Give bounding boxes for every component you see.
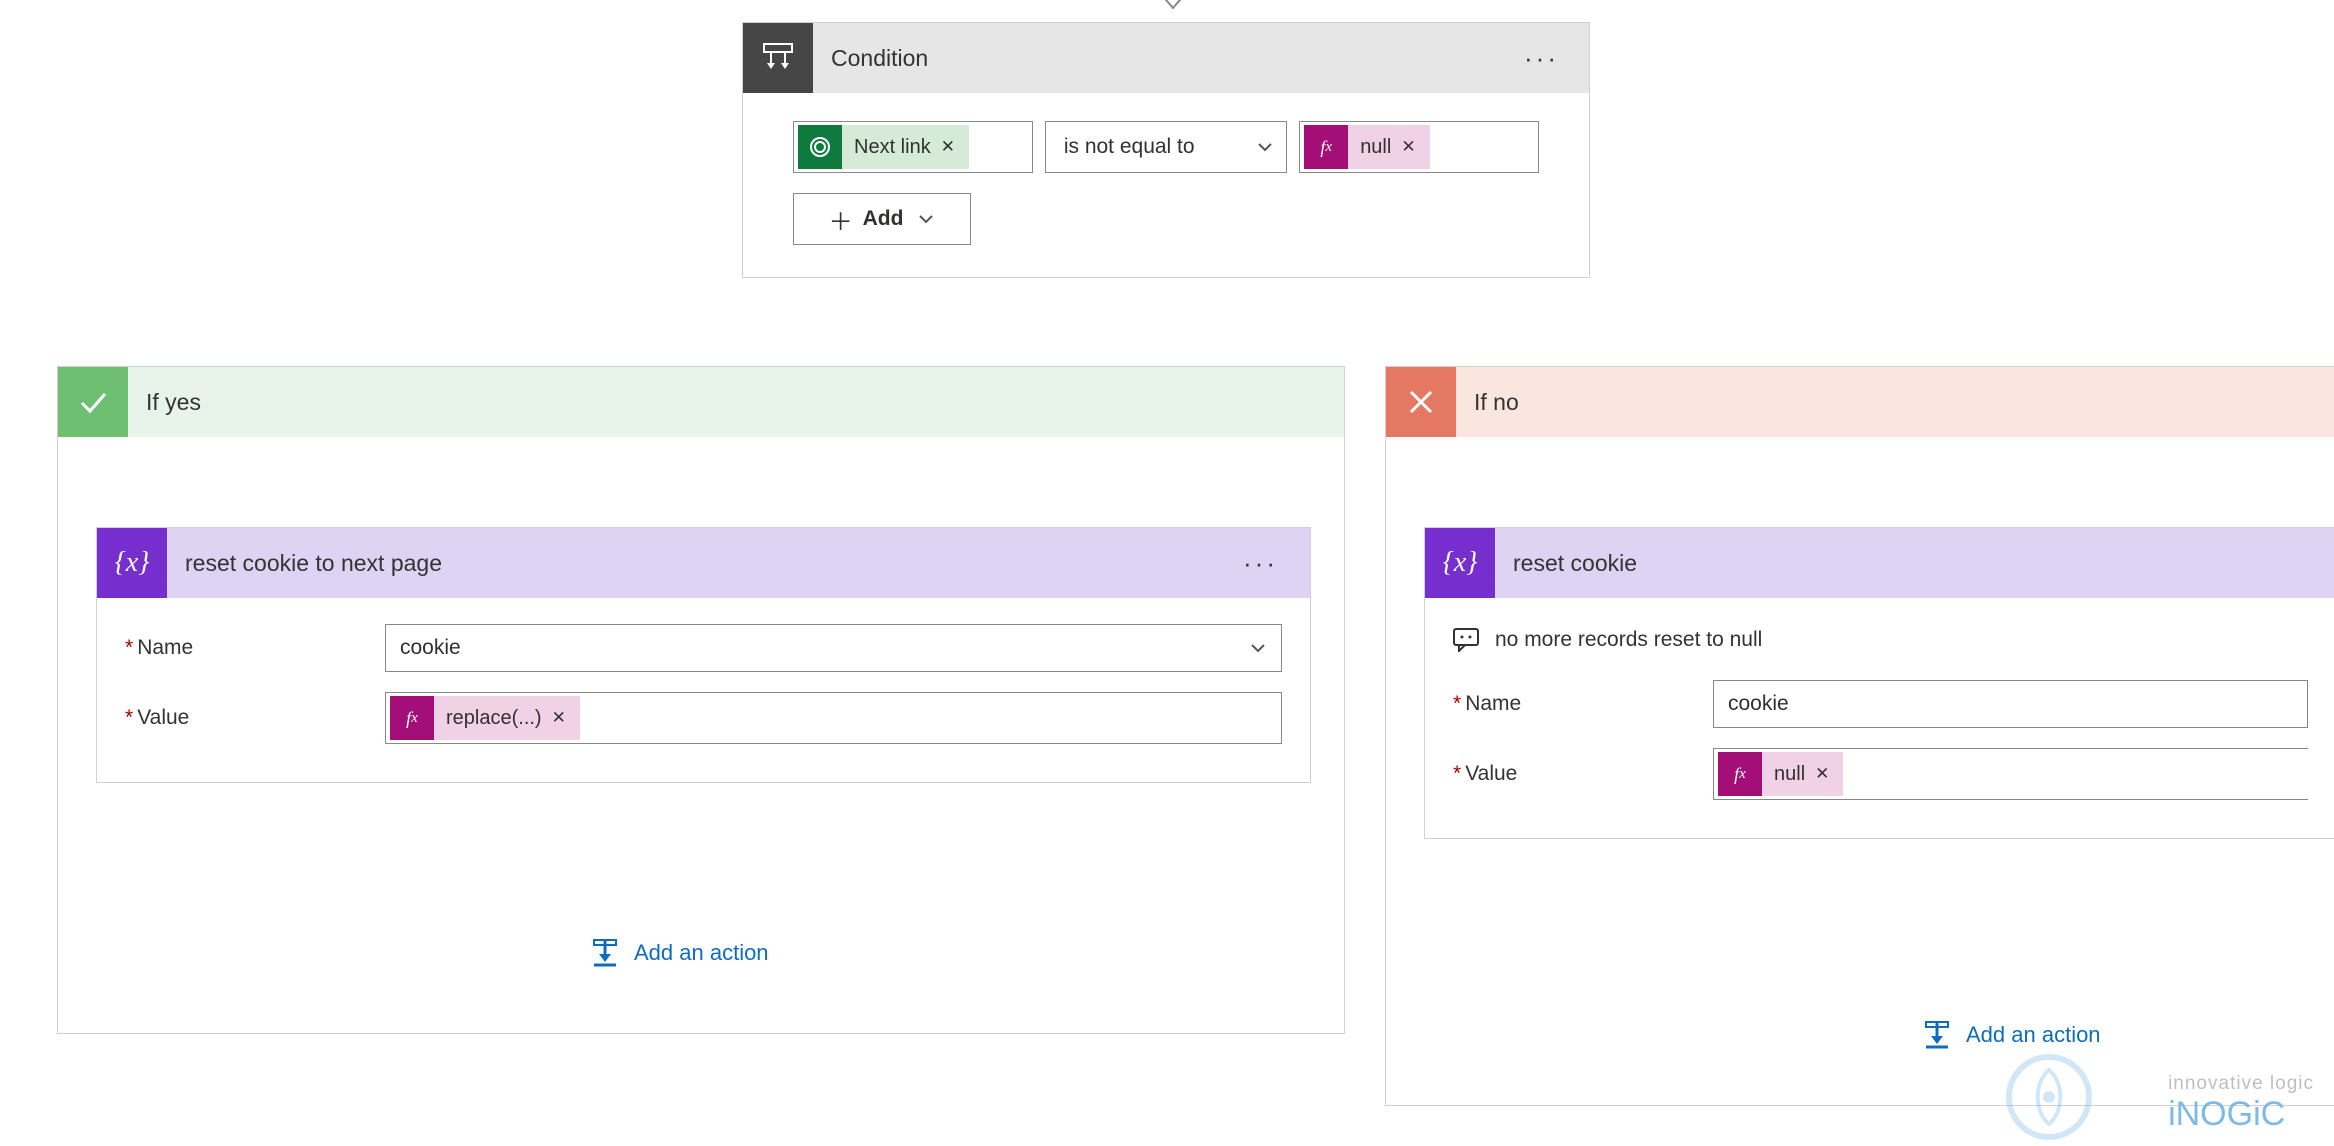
add-action-if-yes[interactable]: Add an action — [590, 938, 769, 968]
if-no-header[interactable]: If no — [1386, 367, 2334, 437]
fx-icon: fx — [1718, 752, 1762, 796]
action-menu-button[interactable]: ··· — [1231, 540, 1290, 587]
if-yes-header[interactable]: If yes — [58, 367, 1344, 437]
condition-right-operand[interactable]: fx null ✕ — [1299, 121, 1539, 173]
condition-title: Condition — [831, 45, 928, 72]
condition-body: Next link ✕ is not equal to fx null ✕ — [743, 93, 1589, 277]
add-action-label: Add an action — [634, 940, 769, 966]
condition-operator-select[interactable]: is not equal to — [1045, 121, 1287, 173]
name-label: *Name — [125, 636, 385, 660]
condition-card: Condition ··· Next link ✕ is not equal t… — [742, 22, 1590, 278]
comment-icon — [1453, 628, 1479, 652]
value-label: *Value — [125, 706, 385, 730]
chevron-down-icon — [1249, 639, 1267, 657]
fx-icon: fx — [1304, 125, 1348, 169]
plus-icon: ＋ — [829, 202, 853, 237]
add-condition-button[interactable]: ＋ Add — [793, 193, 971, 245]
token-next-link[interactable]: Next link ✕ — [798, 125, 969, 169]
remove-token-icon[interactable]: ✕ — [552, 708, 566, 728]
token-label: null — [1360, 136, 1391, 159]
add-label: Add — [863, 207, 904, 231]
token-null[interactable]: fx null ✕ — [1718, 752, 1843, 796]
check-icon — [58, 367, 128, 437]
token-label: Next link — [854, 136, 931, 159]
remove-token-icon[interactable]: ✕ — [1815, 764, 1829, 784]
operator-label: is not equal to — [1064, 135, 1195, 159]
token-label: null — [1774, 763, 1805, 786]
action-title: reset cookie to next page — [185, 550, 442, 577]
condition-icon — [743, 23, 813, 93]
if-no-branch: If no {x} reset cookie no more records r… — [1385, 366, 2334, 1106]
action-header[interactable]: {x} reset cookie — [1425, 528, 2334, 598]
action-title: reset cookie — [1513, 550, 1637, 577]
name-value: cookie — [400, 636, 461, 660]
chevron-down-icon — [1256, 138, 1274, 156]
if-no-title: If no — [1474, 389, 1519, 416]
comment-text: no more records reset to null — [1495, 628, 1762, 652]
remove-token-icon[interactable]: ✕ — [941, 137, 955, 157]
value-label: *Value — [1453, 762, 1713, 786]
value-input[interactable]: fx replace(...) ✕ — [385, 692, 1282, 744]
connector-arrow-icon — [1158, 0, 1188, 14]
token-replace[interactable]: fx replace(...) ✕ — [390, 696, 580, 740]
token-null[interactable]: fx null ✕ — [1304, 125, 1429, 169]
if-yes-branch: If yes {x} reset cookie to next page ···… — [57, 366, 1345, 1034]
add-action-label: Add an action — [1966, 1022, 2101, 1048]
name-value: cookie — [1728, 692, 1789, 716]
action-header[interactable]: {x} reset cookie to next page ··· — [97, 528, 1310, 598]
close-icon — [1386, 367, 1456, 437]
condition-left-operand[interactable]: Next link ✕ — [793, 121, 1033, 173]
action-comment: no more records reset to null — [1453, 614, 2308, 670]
insert-step-icon — [590, 938, 620, 968]
name-label: *Name — [1453, 692, 1713, 716]
variable-icon: {x} — [97, 528, 167, 598]
if-yes-title: If yes — [146, 389, 201, 416]
condition-header[interactable]: Condition ··· — [743, 23, 1589, 93]
if-no-action-card: {x} reset cookie no more records reset t… — [1424, 527, 2334, 839]
add-action-if-no[interactable]: Add an action — [1922, 1020, 2101, 1050]
variable-icon: {x} — [1425, 528, 1495, 598]
fx-icon: fx — [390, 696, 434, 740]
dataverse-icon — [798, 125, 842, 169]
insert-step-icon — [1922, 1020, 1952, 1050]
name-select[interactable]: cookie — [385, 624, 1282, 672]
if-yes-action-card: {x} reset cookie to next page ··· *Name … — [96, 527, 1311, 783]
remove-token-icon[interactable]: ✕ — [1401, 137, 1415, 157]
value-input[interactable]: fx null ✕ — [1713, 748, 2308, 800]
token-label: replace(...) — [446, 707, 542, 730]
name-input[interactable]: cookie — [1713, 680, 2308, 728]
condition-menu-button[interactable]: ··· — [1512, 35, 1571, 82]
chevron-down-icon — [917, 210, 935, 228]
